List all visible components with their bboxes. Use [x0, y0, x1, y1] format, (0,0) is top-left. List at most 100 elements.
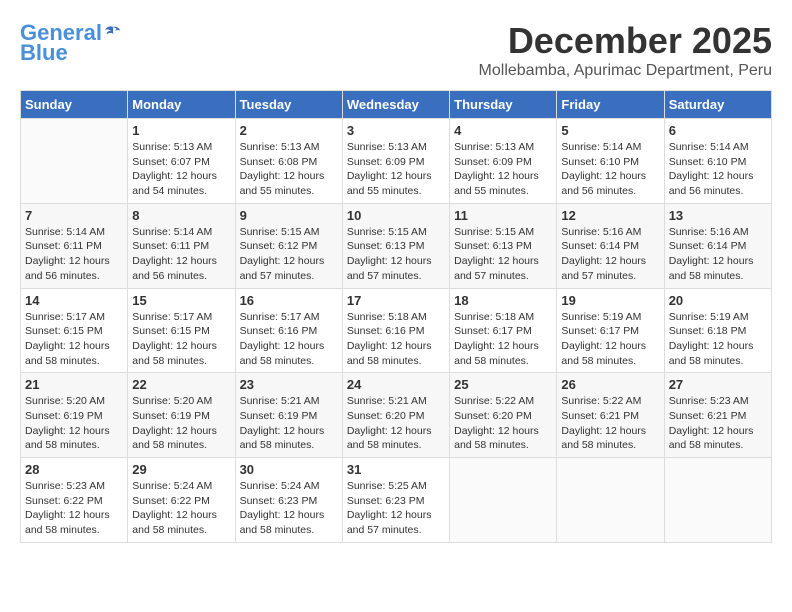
day-number: 15: [132, 293, 230, 308]
calendar-cell: 11 Sunrise: 5:15 AM Sunset: 6:13 PM Dayli…: [450, 203, 557, 288]
cell-content: Sunrise: 5:23 AM Sunset: 6:21 PM Dayligh…: [669, 394, 767, 453]
day-number: 23: [240, 377, 338, 392]
calendar-cell: 10 Sunrise: 5:15 AM Sunset: 6:13 PM Dayli…: [342, 203, 449, 288]
cell-content: Sunrise: 5:20 AM Sunset: 6:19 PM Dayligh…: [132, 394, 230, 453]
calendar-cell: 23 Sunrise: 5:21 AM Sunset: 6:19 PM Dayli…: [235, 373, 342, 458]
calendar-cell: 4Sunrise: 5:13 AM Sunset: 6:09 PM Daylig…: [450, 119, 557, 204]
calendar-cell: 29 Sunrise: 5:24 AM Sunset: 6:22 PM Dayli…: [128, 458, 235, 543]
cell-content: Sunrise: 5:17 AM Sunset: 6:15 PM Dayligh…: [132, 310, 230, 369]
day-number: 11: [454, 208, 552, 223]
weekday-header-row: SundayMondayTuesdayWednesdayThursdayFrid…: [21, 91, 772, 119]
cell-content: Sunrise: 5:22 AM Sunset: 6:20 PM Dayligh…: [454, 394, 552, 453]
day-number: 24: [347, 377, 445, 392]
calendar-cell: 27Sunrise: 5:23 AM Sunset: 6:21 PM Dayli…: [664, 373, 771, 458]
calendar-cell: 26Sunrise: 5:22 AM Sunset: 6:21 PM Dayli…: [557, 373, 664, 458]
day-number: 25: [454, 377, 552, 392]
calendar-cell: 17 Sunrise: 5:18 AM Sunset: 6:16 PM Dayli…: [342, 288, 449, 373]
calendar-cell: 12Sunrise: 5:16 AM Sunset: 6:14 PM Dayli…: [557, 203, 664, 288]
calendar-cell: 30Sunrise: 5:24 AM Sunset: 6:23 PM Dayli…: [235, 458, 342, 543]
week-row-5: 28Sunrise: 5:23 AM Sunset: 6:22 PM Dayli…: [21, 458, 772, 543]
day-number: 10: [347, 208, 445, 223]
cell-content: Sunrise: 5:21 AM Sunset: 6:19 PM Dayligh…: [240, 394, 338, 453]
cell-content: Sunrise: 5:19 AM Sunset: 6:18 PM Dayligh…: [669, 310, 767, 369]
page-header: General Blue December 2025 Mollebamba, A…: [20, 20, 772, 80]
cell-content: Sunrise: 5:15 AM Sunset: 6:13 PM Dayligh…: [454, 225, 552, 284]
cell-content: Sunrise: 5:14 AM Sunset: 6:10 PM Dayligh…: [669, 140, 767, 199]
location-title: Mollebamba, Apurimac Department, Peru: [479, 62, 772, 80]
week-row-4: 21 Sunrise: 5:20 AM Sunset: 6:19 PM Dayli…: [21, 373, 772, 458]
cell-content: Sunrise: 5:18 AM Sunset: 6:17 PM Dayligh…: [454, 310, 552, 369]
day-number: 9: [240, 208, 338, 223]
day-number: 18: [454, 293, 552, 308]
cell-content: Sunrise: 5:23 AM Sunset: 6:22 PM Dayligh…: [25, 479, 123, 538]
cell-content: Sunrise: 5:13 AM Sunset: 6:08 PM Dayligh…: [240, 140, 338, 199]
day-number: 21: [25, 377, 123, 392]
calendar-cell: 22 Sunrise: 5:20 AM Sunset: 6:19 PM Dayli…: [128, 373, 235, 458]
calendar-cell: 15 Sunrise: 5:17 AM Sunset: 6:15 PM Dayli…: [128, 288, 235, 373]
weekday-header-friday: Friday: [557, 91, 664, 119]
calendar-cell: 24 Sunrise: 5:21 AM Sunset: 6:20 PM Dayli…: [342, 373, 449, 458]
day-number: 1: [132, 123, 230, 138]
cell-content: Sunrise: 5:24 AM Sunset: 6:23 PM Dayligh…: [240, 479, 338, 538]
cell-content: Sunrise: 5:21 AM Sunset: 6:20 PM Dayligh…: [347, 394, 445, 453]
calendar-cell: 31 Sunrise: 5:25 AM Sunset: 6:23 PM Dayli…: [342, 458, 449, 543]
cell-content: Sunrise: 5:20 AM Sunset: 6:19 PM Dayligh…: [25, 394, 123, 453]
weekday-header-wednesday: Wednesday: [342, 91, 449, 119]
cell-content: Sunrise: 5:14 AM Sunset: 6:10 PM Dayligh…: [561, 140, 659, 199]
day-number: 29: [132, 462, 230, 477]
calendar-cell: 16Sunrise: 5:17 AM Sunset: 6:16 PM Dayli…: [235, 288, 342, 373]
calendar-table: SundayMondayTuesdayWednesdayThursdayFrid…: [20, 90, 772, 543]
calendar-cell: [557, 458, 664, 543]
cell-content: Sunrise: 5:15 AM Sunset: 6:12 PM Dayligh…: [240, 225, 338, 284]
cell-content: Sunrise: 5:14 AM Sunset: 6:11 PM Dayligh…: [132, 225, 230, 284]
calendar-cell: 18 Sunrise: 5:18 AM Sunset: 6:17 PM Dayli…: [450, 288, 557, 373]
weekday-header-sunday: Sunday: [21, 91, 128, 119]
weekday-header-thursday: Thursday: [450, 91, 557, 119]
cell-content: Sunrise: 5:14 AM Sunset: 6:11 PM Dayligh…: [25, 225, 123, 284]
calendar-cell: 20 Sunrise: 5:19 AM Sunset: 6:18 PM Dayli…: [664, 288, 771, 373]
title-area: December 2025 Mollebamba, Apurimac Depar…: [479, 20, 772, 80]
day-number: 19: [561, 293, 659, 308]
week-row-2: 7 Sunrise: 5:14 AM Sunset: 6:11 PM Daylig…: [21, 203, 772, 288]
day-number: 7: [25, 208, 123, 223]
calendar-cell: 13Sunrise: 5:16 AM Sunset: 6:14 PM Dayli…: [664, 203, 771, 288]
calendar-cell: 8 Sunrise: 5:14 AM Sunset: 6:11 PM Daylig…: [128, 203, 235, 288]
cell-content: Sunrise: 5:22 AM Sunset: 6:21 PM Dayligh…: [561, 394, 659, 453]
day-number: 16: [240, 293, 338, 308]
cell-content: Sunrise: 5:25 AM Sunset: 6:23 PM Dayligh…: [347, 479, 445, 538]
week-row-1: 1Sunrise: 5:13 AM Sunset: 6:07 PM Daylig…: [21, 119, 772, 204]
logo: General Blue: [20, 20, 122, 66]
calendar-cell: 1Sunrise: 5:13 AM Sunset: 6:07 PM Daylig…: [128, 119, 235, 204]
weekday-header-monday: Monday: [128, 91, 235, 119]
calendar-cell: 9 Sunrise: 5:15 AM Sunset: 6:12 PM Daylig…: [235, 203, 342, 288]
cell-content: Sunrise: 5:16 AM Sunset: 6:14 PM Dayligh…: [669, 225, 767, 284]
cell-content: Sunrise: 5:15 AM Sunset: 6:13 PM Dayligh…: [347, 225, 445, 284]
cell-content: Sunrise: 5:19 AM Sunset: 6:17 PM Dayligh…: [561, 310, 659, 369]
day-number: 14: [25, 293, 123, 308]
weekday-header-tuesday: Tuesday: [235, 91, 342, 119]
weekday-header-saturday: Saturday: [664, 91, 771, 119]
day-number: 31: [347, 462, 445, 477]
calendar-cell: 2 Sunrise: 5:13 AM Sunset: 6:08 PM Daylig…: [235, 119, 342, 204]
day-number: 8: [132, 208, 230, 223]
day-number: 12: [561, 208, 659, 223]
cell-content: Sunrise: 5:17 AM Sunset: 6:15 PM Dayligh…: [25, 310, 123, 369]
day-number: 2: [240, 123, 338, 138]
cell-content: Sunrise: 5:24 AM Sunset: 6:22 PM Dayligh…: [132, 479, 230, 538]
calendar-cell: 6Sunrise: 5:14 AM Sunset: 6:10 PM Daylig…: [664, 119, 771, 204]
calendar-cell: [664, 458, 771, 543]
day-number: 5: [561, 123, 659, 138]
day-number: 4: [454, 123, 552, 138]
calendar-cell: 7 Sunrise: 5:14 AM Sunset: 6:11 PM Daylig…: [21, 203, 128, 288]
calendar-cell: 28Sunrise: 5:23 AM Sunset: 6:22 PM Dayli…: [21, 458, 128, 543]
day-number: 20: [669, 293, 767, 308]
day-number: 17: [347, 293, 445, 308]
calendar-cell: 19 Sunrise: 5:19 AM Sunset: 6:17 PM Dayli…: [557, 288, 664, 373]
cell-content: Sunrise: 5:18 AM Sunset: 6:16 PM Dayligh…: [347, 310, 445, 369]
calendar-cell: [450, 458, 557, 543]
calendar-cell: [21, 119, 128, 204]
day-number: 22: [132, 377, 230, 392]
week-row-3: 14 Sunrise: 5:17 AM Sunset: 6:15 PM Dayli…: [21, 288, 772, 373]
calendar-cell: 14 Sunrise: 5:17 AM Sunset: 6:15 PM Dayli…: [21, 288, 128, 373]
calendar-cell: 25 Sunrise: 5:22 AM Sunset: 6:20 PM Dayli…: [450, 373, 557, 458]
